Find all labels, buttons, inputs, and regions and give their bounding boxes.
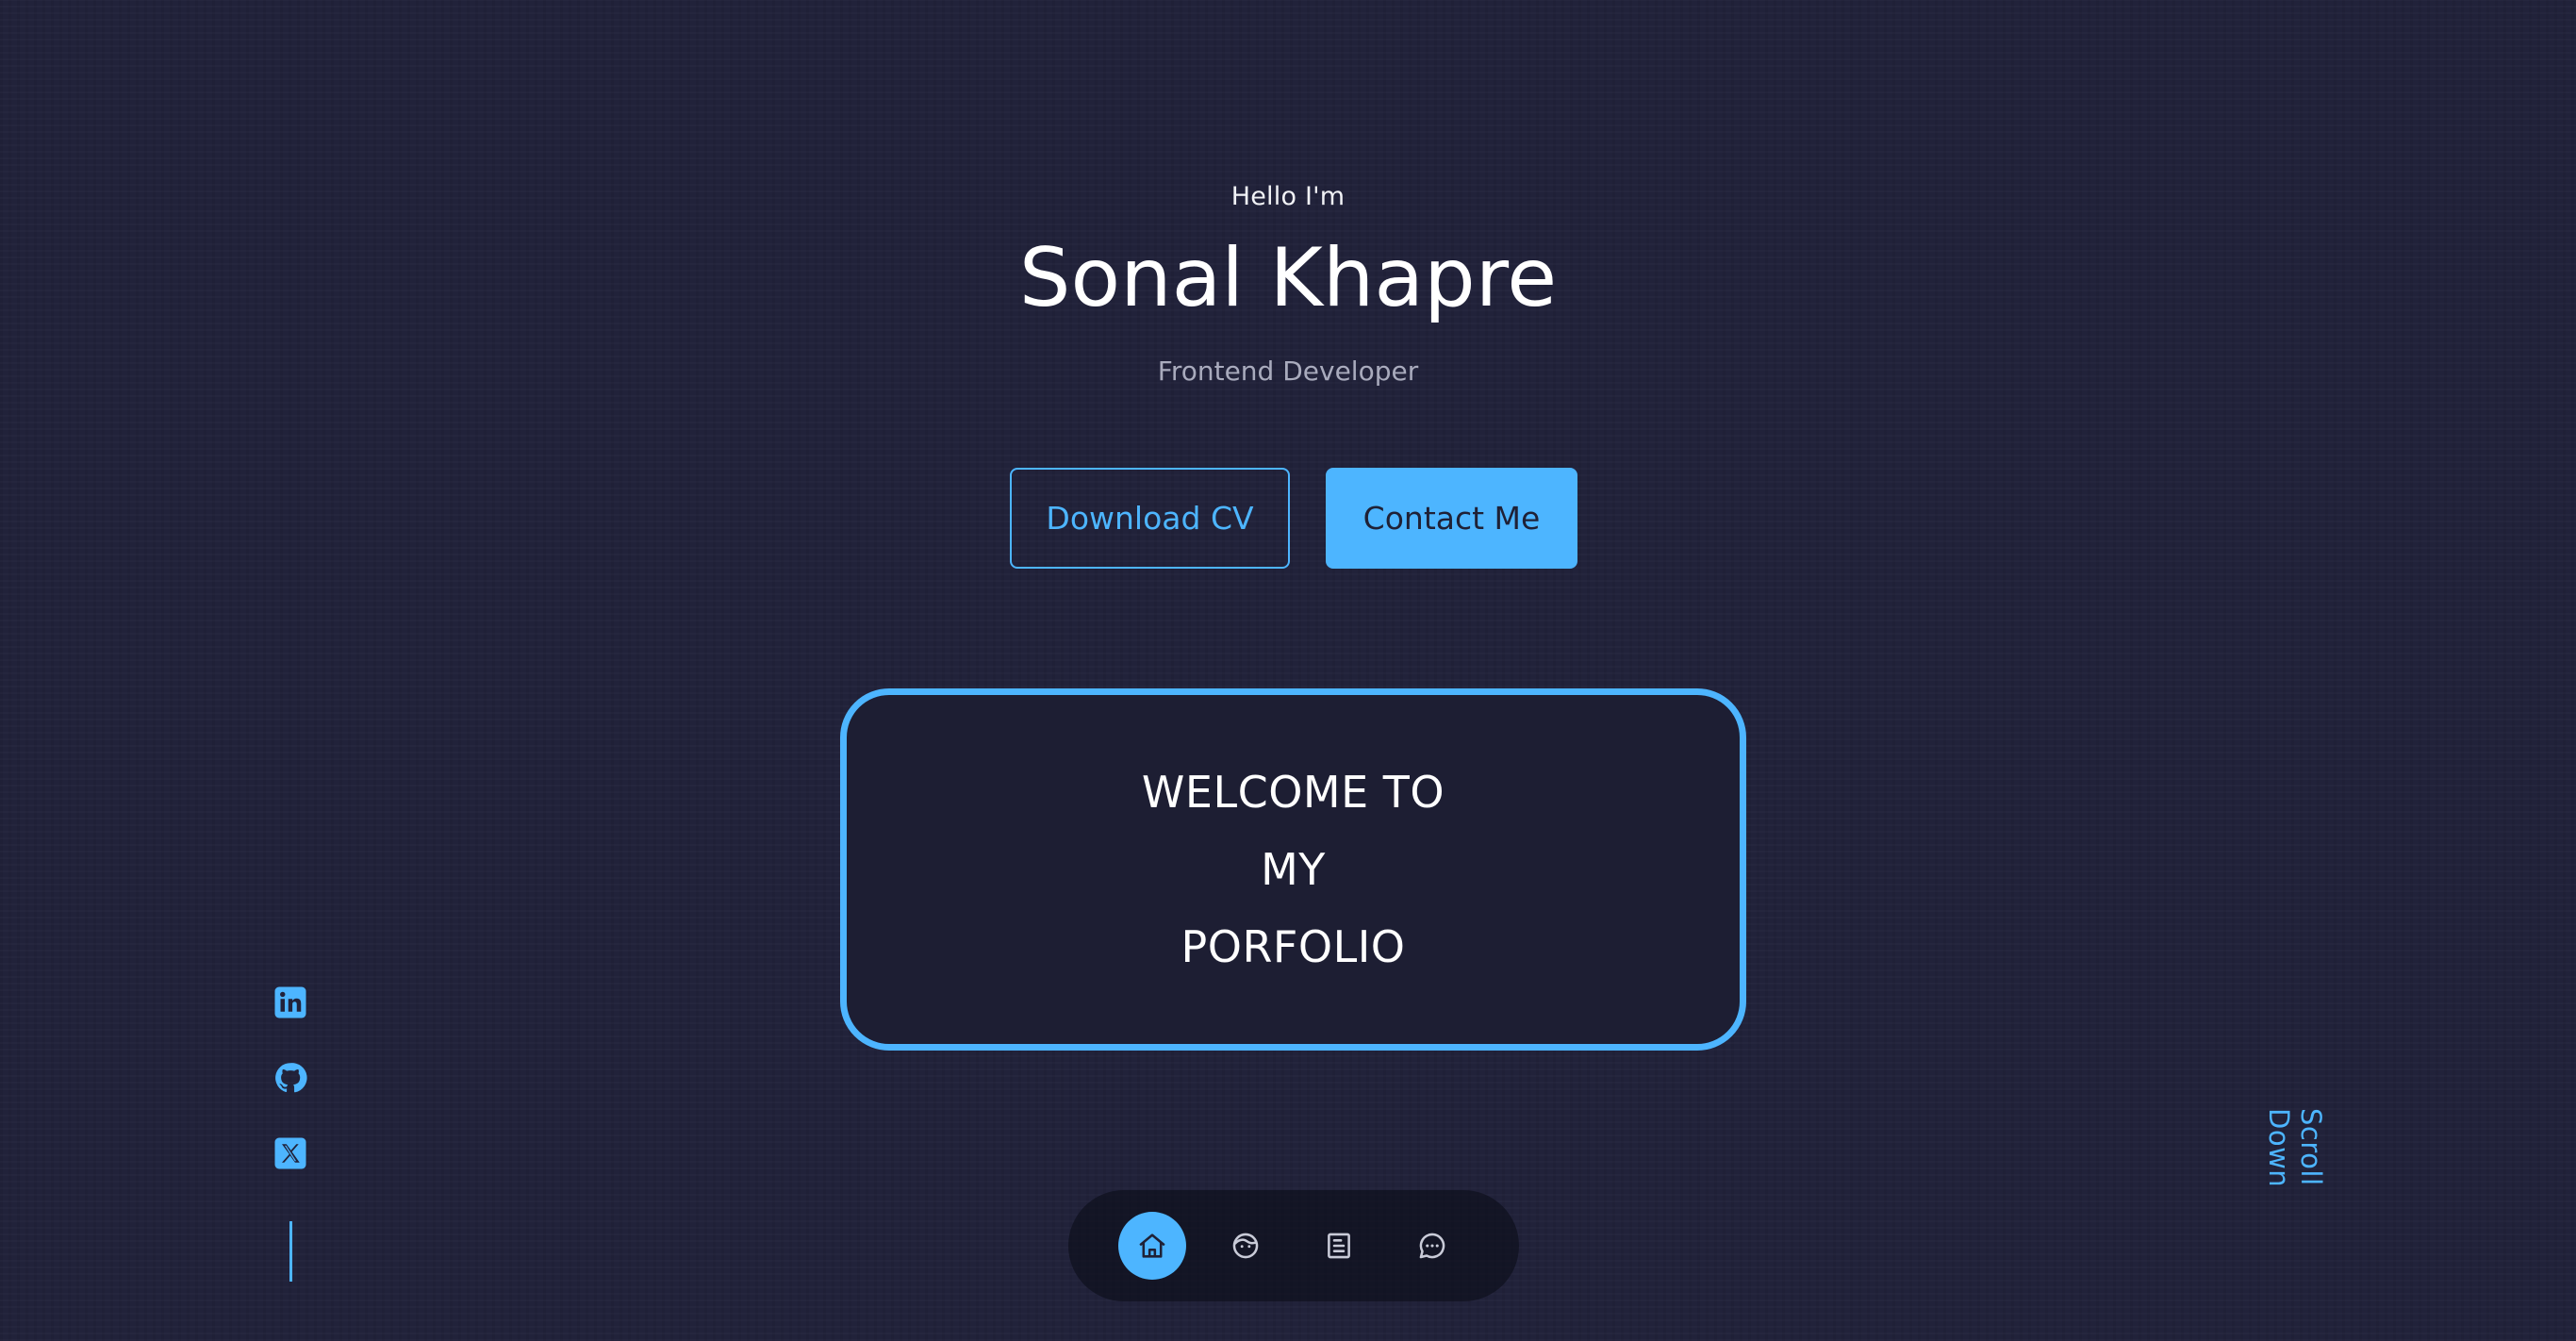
contact-me-button[interactable]: Contact Me (1326, 468, 1577, 569)
nav-resume[interactable] (1305, 1212, 1373, 1280)
welcome-line: MY (1261, 844, 1326, 895)
scroll-down-link[interactable]: Scroll Down (2263, 1108, 2327, 1268)
document-icon (1328, 1233, 1350, 1259)
nav-about[interactable] (1212, 1212, 1280, 1280)
chat-icon (1419, 1233, 1445, 1259)
user-face-icon (1232, 1233, 1259, 1259)
welcome-line: WELCOME TO (1141, 767, 1445, 818)
linkedin-icon[interactable] (273, 985, 307, 1061)
social-links (272, 985, 309, 1282)
bottom-nav (1068, 1190, 1519, 1301)
job-title: Frontend Developer (1157, 356, 1419, 387)
person-name: Sonal Khapre (1018, 231, 1558, 325)
download-cv-button[interactable]: Download CV (1010, 468, 1290, 569)
greeting-text: Hello I'm (1230, 182, 1346, 211)
home-icon (1139, 1233, 1165, 1258)
x-twitter-icon[interactable] (273, 1136, 307, 1212)
hero-section: Hello I'm Sonal Khapre Frontend Develope… (0, 0, 2576, 1341)
social-divider-line (289, 1221, 292, 1282)
nav-contact[interactable] (1398, 1212, 1466, 1280)
welcome-card: WELCOME TO MY PORFOLIO (840, 688, 1746, 1051)
nav-home[interactable] (1118, 1212, 1186, 1280)
github-icon[interactable] (273, 1061, 307, 1136)
welcome-line: PORFOLIO (1181, 921, 1406, 972)
